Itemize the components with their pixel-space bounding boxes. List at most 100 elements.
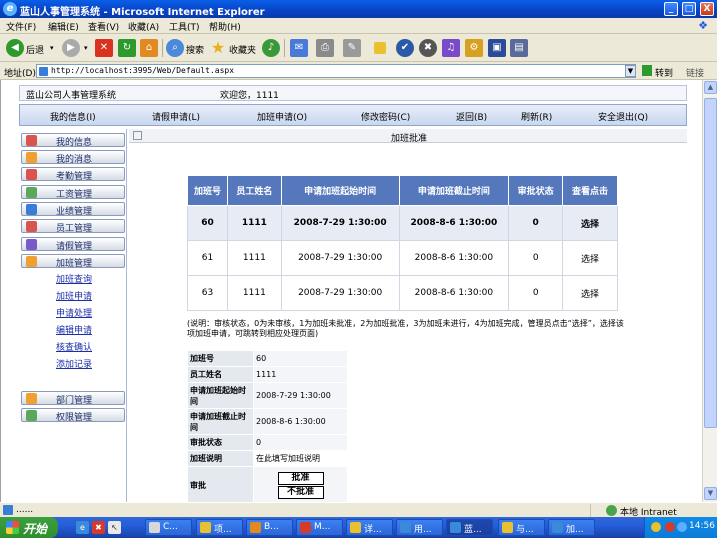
start-button[interactable]: 开始 bbox=[0, 517, 58, 538]
tray-icon-2[interactable] bbox=[665, 522, 675, 532]
sidebar-item[interactable]: 员工管理 bbox=[21, 219, 125, 234]
cell-start: 2008-7-29 1:30:00 bbox=[280, 275, 400, 311]
back-button-label[interactable]: 后退 bbox=[26, 43, 44, 56]
stop-icon[interactable]: ✕ bbox=[95, 39, 113, 57]
forward-arrow-icon[interactable]: ▶ bbox=[62, 39, 80, 57]
minimize-button[interactable]: _ bbox=[664, 2, 678, 16]
tray-icon-3[interactable] bbox=[677, 522, 687, 532]
scroll-down-icon[interactable]: ▼ bbox=[704, 487, 717, 500]
favorites-button-label[interactable]: 收藏夹 bbox=[229, 43, 256, 56]
home-icon[interactable]: ⌂ bbox=[140, 39, 158, 57]
favorites-star-icon[interactable]: ★ bbox=[209, 39, 227, 57]
research-icon[interactable]: ♫ bbox=[442, 39, 460, 57]
tools-icon[interactable]: ⚙ bbox=[465, 39, 483, 57]
menu-favorites[interactable]: 收藏(A) bbox=[128, 20, 159, 33]
sidebar-item[interactable]: 权限管理 bbox=[21, 408, 125, 423]
menu-view[interactable]: 查看(V) bbox=[88, 20, 119, 33]
back-arrow-icon[interactable]: ◀ bbox=[6, 39, 24, 57]
reject-button[interactable]: 不批准 bbox=[277, 486, 324, 499]
select-link[interactable]: 选择 bbox=[562, 275, 618, 311]
edit-icon[interactable]: ✎ bbox=[343, 39, 361, 57]
address-input[interactable]: http://localhost:3995/Web/Default.aspx bbox=[36, 64, 636, 78]
address-bar: 地址(D) http://localhost:3995/Web/Default.… bbox=[0, 62, 717, 80]
mail-icon[interactable]: ✉ bbox=[290, 39, 308, 57]
taskbar-task[interactable]: 与... bbox=[498, 519, 545, 536]
sidebar-item-label: 权限管理 bbox=[56, 413, 93, 423]
task-label: 蓝... bbox=[464, 525, 482, 535]
go-arrow-icon[interactable] bbox=[642, 65, 652, 76]
quicklaunch-icon-3[interactable]: ↖ bbox=[108, 521, 121, 534]
sidebar-item[interactable]: 请假管理 bbox=[21, 237, 125, 252]
nav-back[interactable]: 返回(B) bbox=[456, 110, 487, 123]
nav-refresh[interactable]: 刷新(R) bbox=[521, 110, 552, 123]
sidebar-item[interactable]: 工资管理 bbox=[21, 185, 125, 200]
taskbar-task[interactable]: C... bbox=[145, 519, 192, 536]
sidebar-item[interactable]: 考勤管理 bbox=[21, 167, 125, 182]
menu-file[interactable]: 文件(F) bbox=[6, 20, 36, 33]
go-button[interactable]: 转到 bbox=[655, 66, 673, 79]
menu-help[interactable]: 帮助(H) bbox=[209, 20, 241, 33]
close-button[interactable]: X bbox=[700, 2, 714, 16]
nav-my-info[interactable]: 我的信息(I) bbox=[50, 110, 96, 123]
print-icon[interactable]: ⎙ bbox=[316, 39, 334, 57]
search-button-label[interactable]: 搜索 bbox=[186, 43, 204, 56]
task-icon bbox=[149, 522, 160, 533]
vertical-scrollbar[interactable]: ▲ ▼ bbox=[702, 80, 717, 502]
scroll-thumb[interactable] bbox=[704, 98, 717, 428]
menu-edit[interactable]: 编辑(E) bbox=[48, 20, 79, 33]
sidebar-subitem[interactable]: 添加记录 bbox=[56, 357, 92, 370]
sidebar-subitem[interactable]: 加班申请 bbox=[56, 289, 92, 302]
taskbar-task[interactable]: 加... bbox=[548, 519, 595, 536]
taskbar-task[interactable]: B... bbox=[246, 519, 293, 536]
sidebar-subitem[interactable]: 申请处理 bbox=[56, 306, 92, 319]
media-icon[interactable]: ♪ bbox=[262, 39, 280, 57]
toolbar-icon-2[interactable]: ▤ bbox=[510, 39, 528, 57]
select-link[interactable]: 选择 bbox=[562, 205, 618, 241]
sidebar-item-icon bbox=[26, 204, 37, 215]
taskbar-task[interactable]: 详... bbox=[346, 519, 393, 536]
sidebar-subitem[interactable]: 核查确认 bbox=[56, 340, 92, 353]
search-icon[interactable]: ⌕ bbox=[166, 39, 184, 57]
quicklaunch-ie-icon[interactable]: e bbox=[76, 521, 89, 534]
nav-overtime-apply[interactable]: 加班申请(O) bbox=[257, 110, 307, 123]
tray-icon-1[interactable] bbox=[651, 522, 661, 532]
col-header: 申请加班起始时间 bbox=[280, 175, 400, 206]
scroll-up-icon[interactable]: ▲ bbox=[704, 81, 717, 94]
taskbar-task[interactable]: 用... bbox=[396, 519, 443, 536]
toolbar-icon-1[interactable]: ▣ bbox=[488, 39, 506, 57]
close-circle-icon[interactable]: ✖ bbox=[419, 39, 437, 57]
sidebar-subitem[interactable]: 加班查询 bbox=[56, 272, 92, 285]
toolbar-separator bbox=[284, 39, 285, 57]
quicklaunch-icon-2[interactable]: ✖ bbox=[92, 521, 105, 534]
messenger-icon[interactable]: ✔ bbox=[396, 39, 414, 57]
main-title: 加班批准 bbox=[391, 134, 428, 144]
nav-change-password[interactable]: 修改密码(C) bbox=[361, 110, 410, 123]
nav-leave-apply[interactable]: 请假申请(L) bbox=[152, 110, 200, 123]
detail-id: 60 bbox=[253, 350, 348, 367]
taskbar-task[interactable]: 项... bbox=[196, 519, 243, 536]
forward-dropdown-icon[interactable]: ▾ bbox=[84, 44, 88, 52]
menu-tools[interactable]: 工具(T) bbox=[169, 20, 200, 33]
nav-logout[interactable]: 安全退出(Q) bbox=[598, 110, 648, 123]
detail-row: 申请加班起始时间 2008-7-29 1:30:00 bbox=[187, 382, 348, 409]
taskbar-task[interactable]: 蓝... bbox=[446, 519, 493, 536]
task-label: 用... bbox=[414, 525, 432, 535]
discuss-icon[interactable] bbox=[374, 42, 386, 54]
links-button[interactable]: 链接 bbox=[686, 66, 704, 79]
sidebar-subitem[interactable]: 编辑申请 bbox=[56, 323, 92, 336]
select-link[interactable]: 选择 bbox=[562, 240, 618, 276]
maximize-button[interactable]: □ bbox=[682, 2, 696, 16]
address-dropdown-icon[interactable]: ▼ bbox=[625, 65, 636, 77]
description-input[interactable]: 在此填写加班说明 bbox=[253, 450, 348, 467]
sidebar-item[interactable]: 业绩管理 bbox=[21, 202, 125, 217]
approve-button[interactable]: 批准 bbox=[277, 472, 324, 485]
sidebar-item[interactable]: 加班管理 bbox=[21, 254, 125, 269]
taskbar-task[interactable]: M... bbox=[296, 519, 343, 536]
sidebar-item[interactable]: 我的消息 bbox=[21, 150, 125, 165]
refresh-icon[interactable]: ↻ bbox=[118, 39, 136, 57]
sidebar-item[interactable]: 我的信息 bbox=[21, 133, 125, 148]
sidebar-item[interactable]: 部门管理 bbox=[21, 391, 125, 406]
detail-table: 加班号 60 员工姓名 1111 申请加班起始时间 2008-7-29 1:30… bbox=[187, 350, 348, 502]
sidebar-item-icon bbox=[26, 187, 37, 198]
back-dropdown-icon[interactable]: ▾ bbox=[50, 44, 54, 52]
